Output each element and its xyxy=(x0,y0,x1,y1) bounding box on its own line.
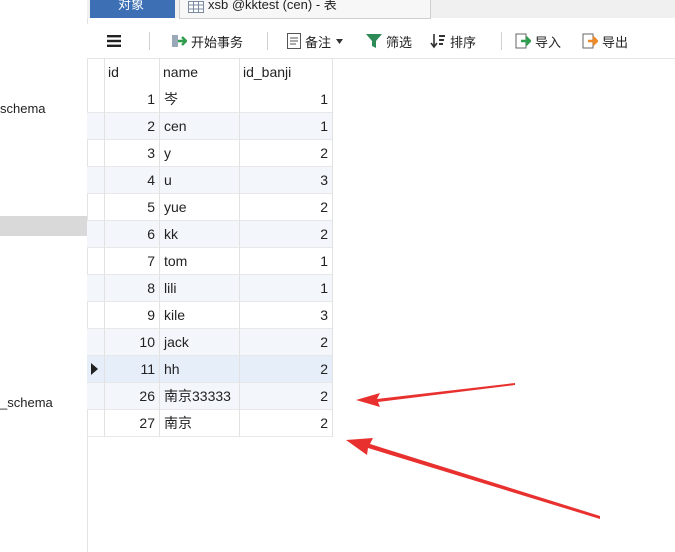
annotation-arrow xyxy=(346,438,600,519)
annotation-arrow xyxy=(356,383,515,407)
annotation-arrows xyxy=(346,383,600,519)
